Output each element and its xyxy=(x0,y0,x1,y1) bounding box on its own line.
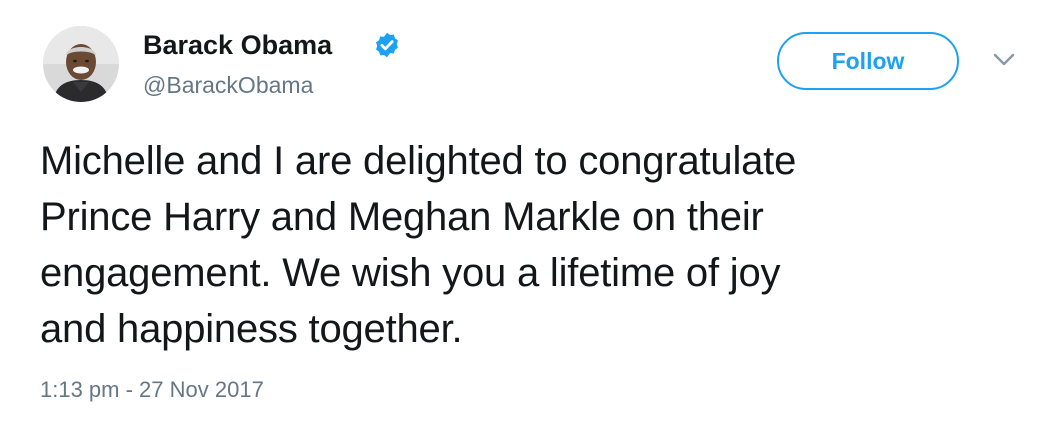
user-handle[interactable]: @BarackObama xyxy=(143,71,313,99)
tweet-timestamp[interactable]: 1:13 pm - 27 Nov 2017 xyxy=(40,375,264,405)
tweet-text-line: Michelle and I are delighted to congratu… xyxy=(40,139,797,183)
display-name[interactable]: Barack Obama xyxy=(143,28,332,62)
profile-photo xyxy=(43,26,119,102)
tweet-text: Michelle and I are delighted to congratu… xyxy=(40,133,1010,357)
chevron-down-icon[interactable] xyxy=(993,52,1015,68)
follow-button[interactable]: Follow xyxy=(777,32,959,90)
tweet-text-line: engagement. We wish you a lifetime of jo… xyxy=(40,251,781,295)
avatar[interactable] xyxy=(43,26,119,102)
tweet-text-line: Prince Harry and Meghan Markle on their xyxy=(40,195,764,239)
tweet-text-line: and happiness together. xyxy=(40,307,463,351)
verified-badge-icon xyxy=(373,31,401,59)
